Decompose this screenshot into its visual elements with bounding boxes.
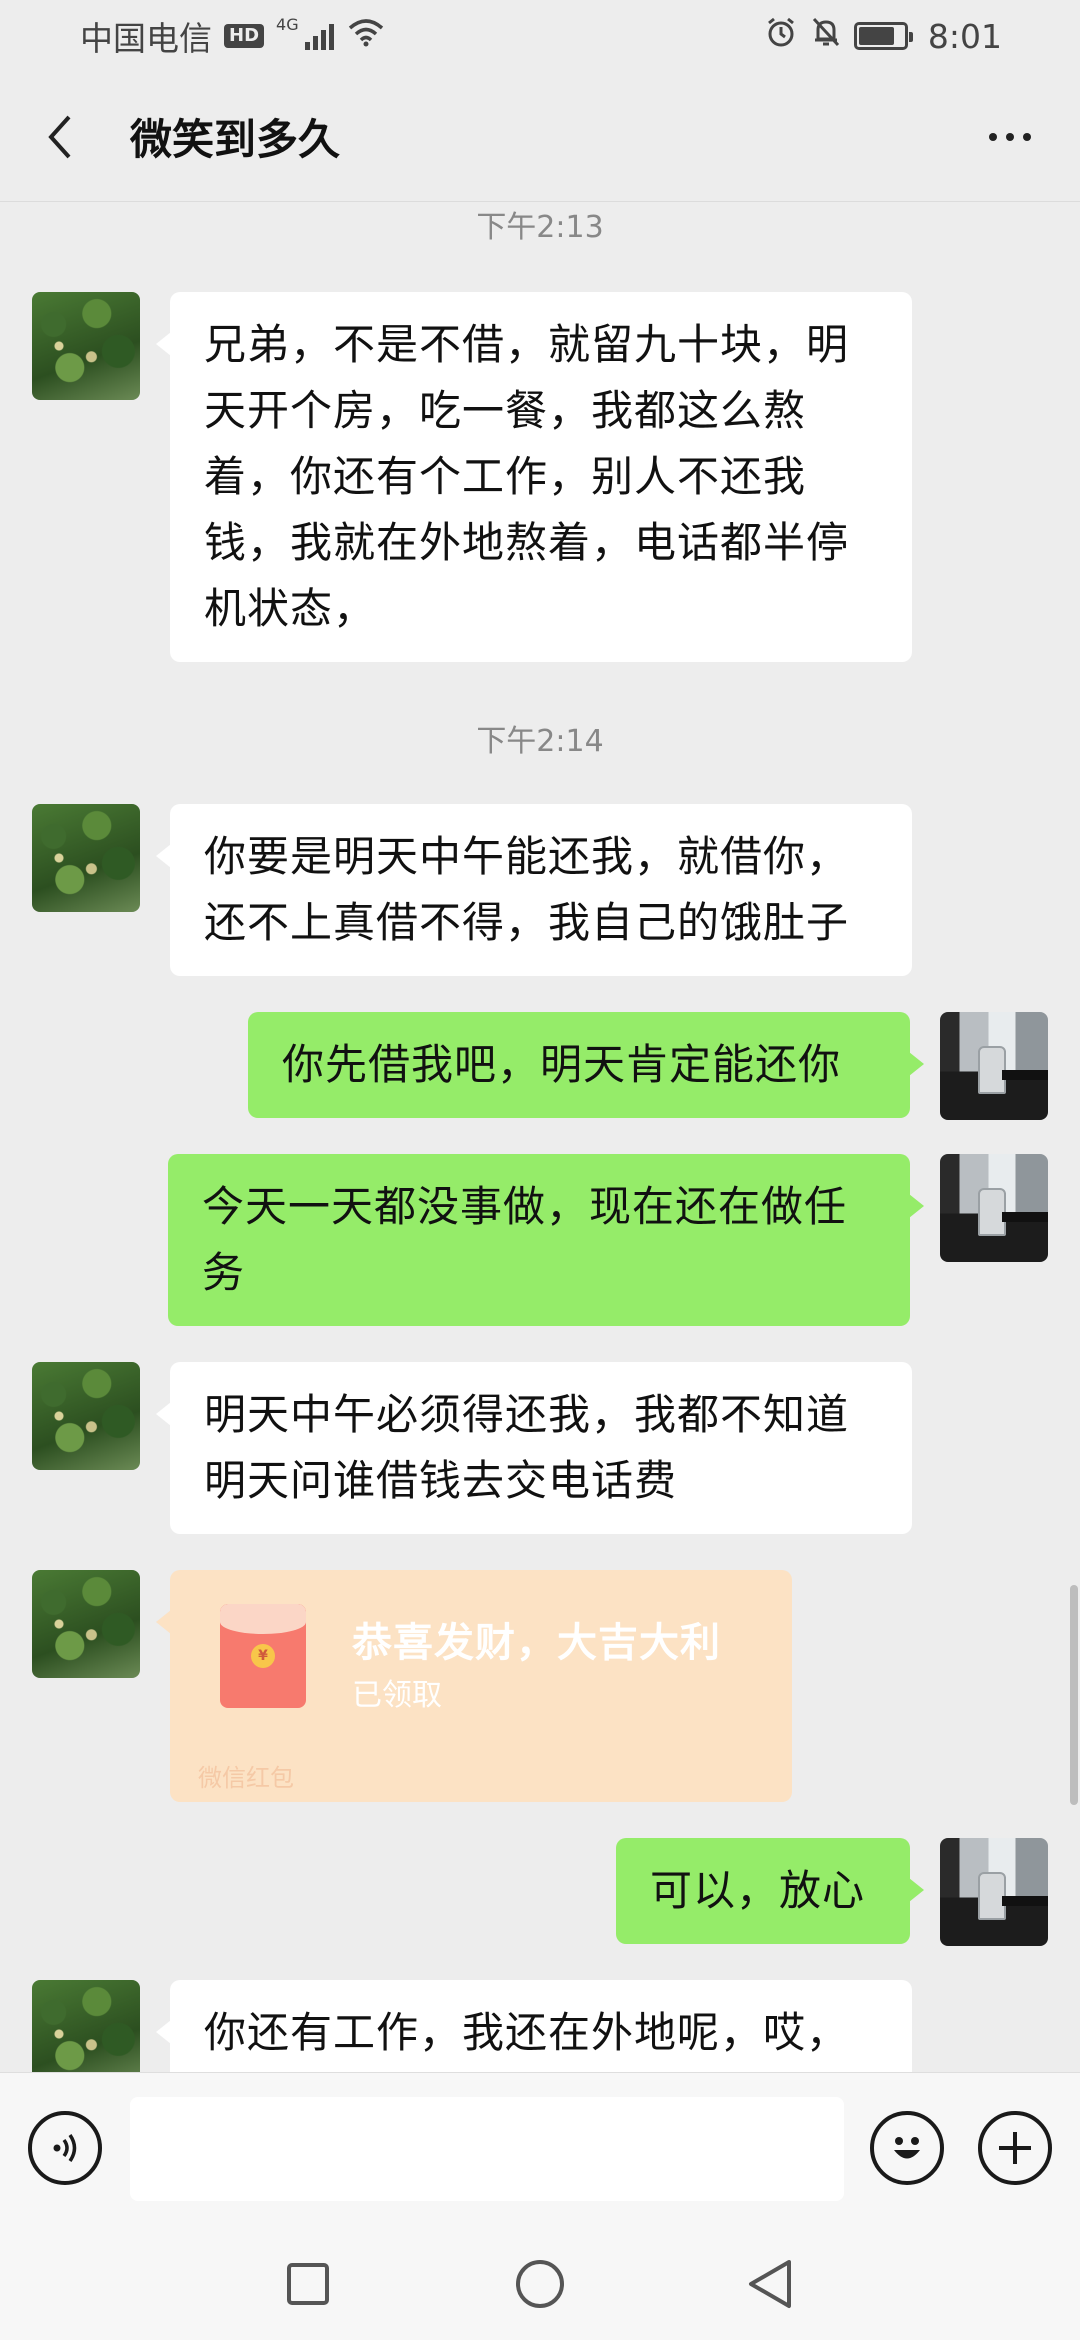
circle-icon <box>516 2260 564 2308</box>
battery-fill <box>858 27 895 45</box>
status-bar: 中国电信 HD 4G 8:01 <box>0 0 1080 72</box>
scrollbar-thumb[interactable] <box>1070 1585 1078 1805</box>
chat-screen: 中国电信 HD 4G 8:01 微笑到多久 下午2:13 兄弟，不是不借，就留九… <box>0 0 1080 2340</box>
hd-badge: HD <box>224 24 265 48</box>
signal-icon <box>304 22 334 50</box>
emoji-button[interactable] <box>870 2111 944 2185</box>
message-bubble-sent[interactable]: 你先借我吧，明天肯定能还你 <box>248 1012 924 1118</box>
red-packet-title: 恭喜发财，大吉大利 <box>352 1620 721 1666</box>
triangle-back-icon <box>749 2260 791 2308</box>
message-bubble-received[interactable]: 明天中午必须得还我，我都不知道明天问谁借钱去交电话费 <box>156 1362 912 1534</box>
red-packet-status: 已领取 <box>352 1678 442 1713</box>
contact-avatar[interactable] <box>32 292 140 400</box>
my-avatar[interactable] <box>940 1154 1048 1262</box>
chevron-left-icon <box>48 115 71 158</box>
back-nav-button[interactable] <box>740 2254 800 2314</box>
contact-avatar[interactable] <box>32 1362 140 1470</box>
red-packet-message[interactable]: ¥ 恭喜发财，大吉大利 已领取 微信红包 <box>156 1570 792 1802</box>
more-options-button[interactable] <box>970 97 1050 177</box>
chat-title: 微笑到多久 <box>130 115 341 164</box>
more-dot <box>989 132 997 141</box>
network-type-label: 4G <box>276 14 299 34</box>
clock-label: 8:01 <box>927 16 1002 56</box>
message-input[interactable] <box>130 2097 844 2201</box>
red-packet-icon: ¥ <box>220 1604 306 1708</box>
message-list[interactable]: 下午2:13 兄弟，不是不借，就留九十块，明天开个房，吃一餐，我都这么熬着，你还… <box>0 202 1080 2072</box>
alarm-icon <box>764 15 798 57</box>
timestamp: 下午2:13 <box>476 210 604 245</box>
red-packet-coin: ¥ <box>251 1644 275 1668</box>
mute-bell-icon <box>810 15 842 57</box>
plus-icon <box>999 2132 1031 2164</box>
voice-icon <box>53 2134 77 2162</box>
more-dot <box>1023 132 1031 141</box>
my-avatar[interactable] <box>940 1012 1048 1120</box>
battery-icon <box>853 22 913 50</box>
message-bubble-sent[interactable]: 可以，放心 <box>616 1838 924 1944</box>
red-packet-footer: 微信红包 <box>198 1764 294 1792</box>
wifi-icon <box>346 16 386 56</box>
back-button[interactable] <box>30 97 90 177</box>
status-right: 8:01 <box>764 15 1002 57</box>
my-avatar[interactable] <box>940 1838 1048 1946</box>
recent-apps-button[interactable] <box>278 2254 338 2314</box>
contact-avatar[interactable] <box>32 804 140 912</box>
voice-button[interactable] <box>28 2111 102 2185</box>
home-button[interactable] <box>510 2254 570 2314</box>
message-bubble-received[interactable]: 兄弟，不是不借，就留九十块，明天开个房，吃一餐，我都这么熬着，你还有个工作，别人… <box>156 292 912 662</box>
emoji-icon <box>894 2137 920 2159</box>
square-icon <box>287 2263 329 2305</box>
message-bubble-received[interactable]: 你要是明天中午能还我，就借你，还不上真借不得，我自己的饿肚子 <box>156 804 912 976</box>
contact-avatar[interactable] <box>32 1570 140 1678</box>
carrier-label: 中国电信 <box>80 19 212 58</box>
system-nav-bar <box>0 2224 1080 2340</box>
plus-button[interactable] <box>978 2111 1052 2185</box>
status-left: 中国电信 HD 4G <box>80 12 386 60</box>
chat-header: 微笑到多久 <box>0 72 1080 202</box>
timestamp: 下午2:14 <box>476 724 604 759</box>
input-bar <box>0 2072 1080 2224</box>
contact-avatar[interactable] <box>32 1980 140 2072</box>
message-bubble-received[interactable]: 你还有工作，我还在外地呢，哎， <box>156 1980 912 2072</box>
message-bubble-sent[interactable]: 今天一天都没事做，现在还在做任务 <box>168 1154 924 1326</box>
more-dot <box>1006 132 1014 141</box>
